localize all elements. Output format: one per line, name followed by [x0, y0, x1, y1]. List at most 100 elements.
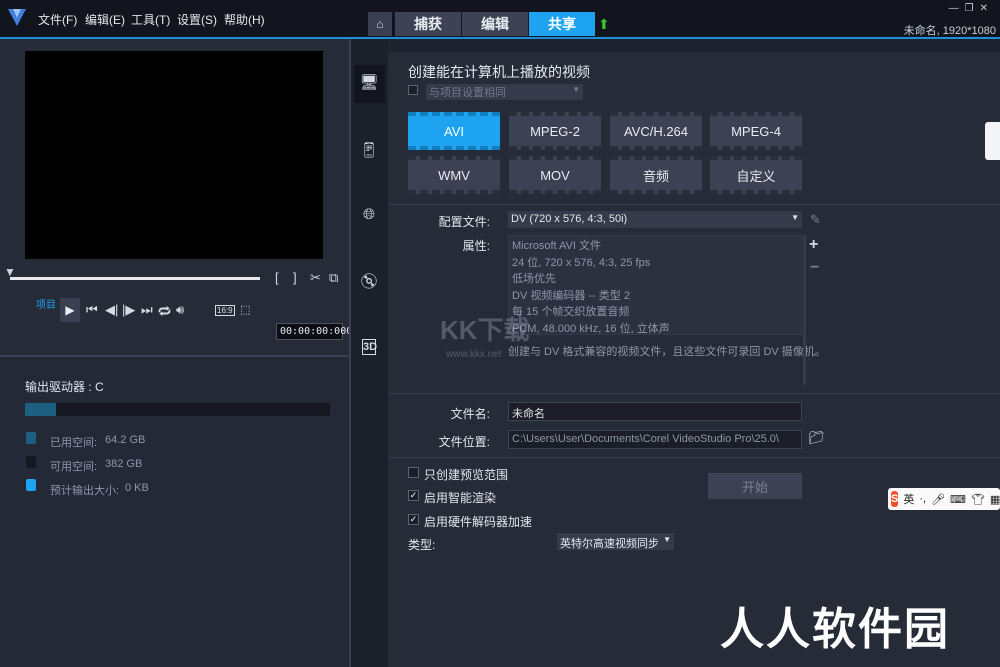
edit-pencil-icon[interactable]: ✎	[810, 212, 821, 228]
mark-out-icon[interactable]: ]	[293, 270, 297, 285]
same-as-project-checkbox[interactable]	[408, 85, 418, 95]
format-mpeg2-button[interactable]: MPEG-2	[509, 112, 601, 150]
profile-value: DV (720 x 576, 4:3, 50i)	[511, 213, 628, 225]
properties-label: 属性:	[462, 239, 490, 253]
volume-icon[interactable]: 🔊︎	[176, 302, 184, 318]
properties-box: Microsoft AVI 文件 24 位, 720 x 576, 4:3, 2…	[508, 235, 802, 335]
start-button[interactable]: 开始	[708, 473, 802, 499]
preview-range-label: 只创建预览范围	[424, 468, 509, 482]
ime-language[interactable]: 英	[903, 491, 914, 507]
profile-label: 配置文件:	[438, 215, 490, 229]
property-line: 每 15 个帧交织放置音频	[512, 306, 630, 318]
hw-decoder-label: 启用硬件解码器加速	[424, 515, 533, 529]
properties-description: 创建与 DV 格式兼容的视频文件，且这些文件可录回 DV 摄像机。	[508, 346, 826, 358]
play-button[interactable]: ▶	[60, 298, 80, 322]
keyboard-icon[interactable]: ⌨	[950, 493, 966, 506]
minimize-icon[interactable]: —	[949, 3, 965, 14]
ime-toolbar[interactable]: S 英 ·, 🎤︎ ⌨ 👕︎ ▦	[888, 488, 1000, 510]
punctuation-icon[interactable]: ·,	[919, 493, 926, 505]
type-value: 英特尔高速视频同步	[560, 538, 659, 550]
free-space-swatch	[26, 456, 36, 468]
used-space-swatch	[26, 432, 36, 444]
crop-icon[interactable]: ⬚	[240, 303, 250, 316]
timeline-scrubber[interactable]	[10, 277, 260, 280]
estimated-size-label: 预计输出大小:	[50, 485, 120, 497]
tab-edit[interactable]: 编辑	[462, 12, 528, 36]
section-divider	[388, 393, 1000, 394]
tab-capture[interactable]: 捕获	[395, 12, 461, 36]
property-line: PCM, 48.000 kHz, 16 位, 立体声	[512, 322, 670, 335]
video-preview[interactable]	[25, 51, 323, 259]
format-audio-button[interactable]: 音频	[610, 156, 702, 194]
home-icon: ⌂	[376, 17, 384, 31]
window-controls[interactable]: —❐✕	[949, 3, 994, 14]
format-custom-button[interactable]: 自定义	[710, 156, 802, 194]
chevron-down-icon: ▼	[663, 535, 671, 544]
project-mode-label[interactable]: 项目	[36, 296, 56, 311]
browse-folder-icon[interactable]: 📁︎	[808, 430, 825, 446]
grid-icon[interactable]: ▦	[990, 493, 1000, 506]
next-frame-icon[interactable]: |▶	[122, 302, 135, 318]
property-line: 低场优先	[512, 273, 556, 285]
drive-usage-bar	[25, 403, 330, 416]
property-line: DV 视频编码器 -- 类型 2	[512, 289, 630, 302]
filename-input[interactable]: 未命名	[508, 402, 802, 421]
computer-icon[interactable]: 🖥︎	[358, 73, 380, 95]
remove-profile-icon[interactable]: −	[810, 259, 819, 277]
disc-icon[interactable]: 💿︎	[358, 272, 380, 294]
preview-range-checkbox[interactable]	[408, 467, 419, 478]
format-h264-button[interactable]: AVC/H.264	[610, 112, 702, 150]
chevron-down-icon: ▼	[791, 213, 799, 222]
menu-tools[interactable]: 工具(T)	[131, 11, 170, 28]
smart-render-label: 启用智能渲染	[424, 491, 497, 505]
web-globe-icon[interactable]: 🌐︎	[358, 206, 380, 228]
section-title: 创建能在计算机上播放的视频	[408, 64, 590, 80]
mark-in-icon[interactable]: [	[275, 270, 279, 285]
type-select[interactable]: 英特尔高速视频同步 ▼	[557, 533, 674, 550]
skin-icon[interactable]: 👕︎	[971, 493, 985, 506]
skip-start-icon[interactable]: ⏮	[86, 302, 98, 318]
home-tab-button[interactable]: ⌂	[368, 12, 392, 36]
scissors-icon[interactable]: ✂	[310, 270, 321, 286]
properties-scrollbar[interactable]	[803, 235, 806, 385]
restore-icon[interactable]: ❐	[965, 3, 980, 14]
menu-file[interactable]: 文件(F)	[38, 11, 77, 28]
menu-settings[interactable]: 设置(S)	[177, 11, 217, 28]
property-line: 24 位, 720 x 576, 4:3, 25 fps	[512, 256, 651, 269]
app-logo-icon	[8, 9, 26, 26]
menu-help[interactable]: 帮助(H)	[224, 11, 265, 28]
filename-label: 文件名:	[450, 407, 490, 421]
format-wmv-button[interactable]: WMV	[408, 156, 500, 194]
free-space-value: 382 GB	[105, 458, 143, 470]
skip-end-icon[interactable]: ⏭	[141, 302, 153, 318]
chevron-down-icon: ▼	[572, 85, 580, 94]
drive-usage-fill	[25, 403, 56, 416]
timecode-field[interactable]: 00:00:00:000	[276, 323, 352, 340]
profile-select[interactable]: DV (720 x 576, 4:3, 50i) ▼	[508, 211, 802, 228]
property-line: Microsoft AVI 文件	[512, 240, 602, 252]
format-mov-button[interactable]: MOV	[509, 156, 601, 194]
floating-widget[interactable]	[985, 122, 1000, 160]
hw-decoder-checkbox[interactable]: ✓	[408, 514, 419, 525]
upload-arrow-icon[interactable]: ⬆	[598, 16, 610, 33]
play-icon: ▶	[65, 303, 75, 317]
filepath-label: 文件位置:	[438, 435, 490, 449]
device-icon[interactable]: 📱︎	[358, 141, 380, 163]
filepath-input[interactable]: C:\Users\User\Documents\Corel VideoStudi…	[508, 430, 802, 449]
add-profile-icon[interactable]: +	[809, 236, 818, 254]
microphone-icon[interactable]: 🎤︎	[931, 493, 945, 506]
3d-icon[interactable]: 3D	[362, 339, 377, 355]
format-avi-button[interactable]: AVI	[408, 112, 500, 150]
used-space-label: 已用空间:	[50, 437, 98, 449]
repeat-icon[interactable]: 🔁︎	[158, 302, 171, 321]
aspect-ratio-button[interactable]: 16:9	[215, 305, 235, 316]
tab-share[interactable]: 共享	[529, 12, 595, 36]
prev-frame-icon[interactable]: ◀|	[105, 302, 118, 318]
format-mpeg4-button[interactable]: MPEG-4	[710, 112, 802, 150]
section-divider	[388, 457, 1000, 458]
smart-render-checkbox[interactable]: ✓	[408, 490, 419, 501]
same-as-project-select[interactable]: 与项目设置相同 ▼	[426, 84, 583, 100]
copy-frame-icon[interactable]: ⧉	[329, 270, 338, 286]
menu-edit[interactable]: 编辑(E)	[85, 11, 125, 28]
close-icon[interactable]: ✕	[980, 3, 994, 14]
